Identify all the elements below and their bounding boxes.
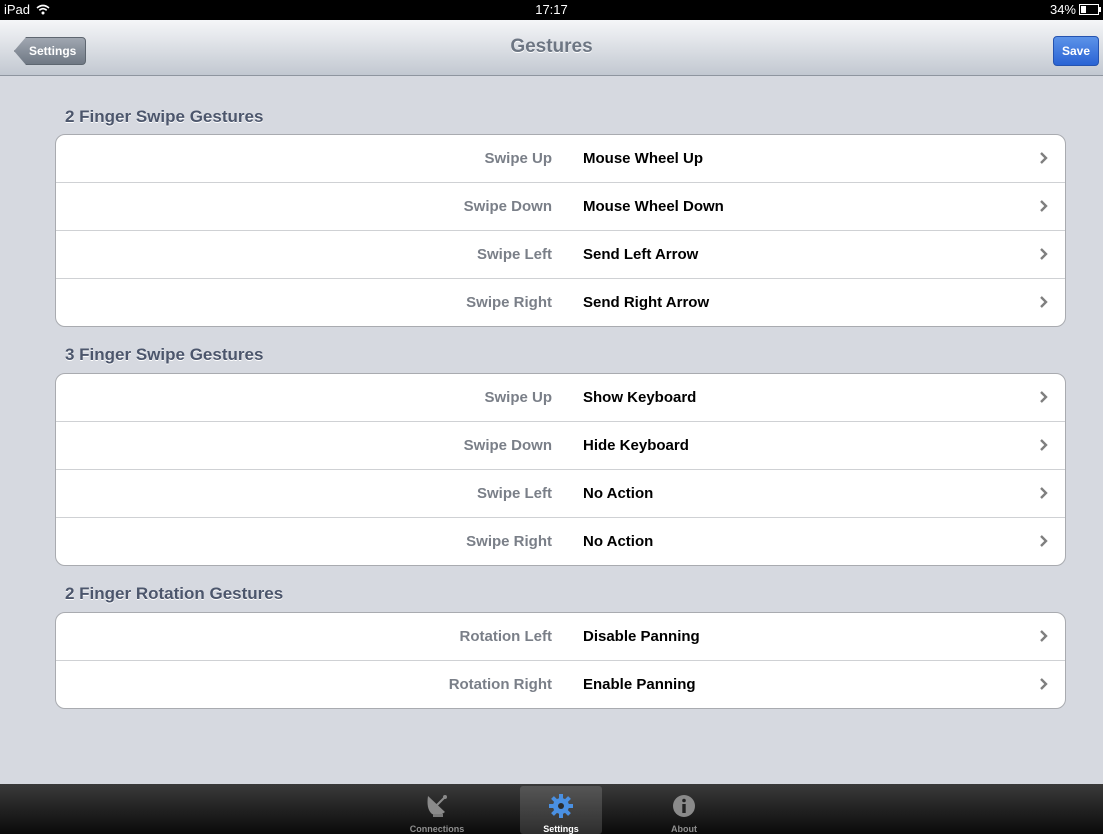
row-2f-swipe-right[interactable]: Swipe Right Send Right Arrow [56, 279, 1065, 326]
navigation-bar: Settings Gestures Save [0, 20, 1103, 76]
chevron-right-icon [1040, 535, 1048, 547]
clock: 17:17 [535, 2, 568, 17]
row-value: Send Left Arrow [583, 246, 699, 263]
row-rotation-right[interactable]: Rotation Right Enable Panning [56, 661, 1065, 708]
section-header-3-finger-swipe: 3 Finger Swipe Gestures [65, 345, 264, 364]
status-right: 34% [1049, 2, 1101, 17]
row-value: Enable Panning [583, 676, 696, 693]
section-header-2-finger-rotation: 2 Finger Rotation Gestures [65, 584, 284, 603]
settings-content[interactable]: 2 Finger Swipe Gestures Swipe Up Mouse W… [0, 76, 1103, 784]
row-2f-swipe-up[interactable]: Swipe Up Mouse Wheel Up [56, 135, 1065, 183]
battery-percent: 34% [1049, 2, 1076, 17]
tab-label: About [671, 824, 697, 834]
satellite-dish-icon [427, 795, 447, 817]
chevron-right-icon [1040, 200, 1048, 212]
chevron-right-icon [1040, 487, 1048, 499]
row-label: Rotation Right [448, 676, 552, 693]
row-value: Send Right Arrow [583, 294, 710, 311]
row-value: Disable Panning [583, 628, 700, 645]
row-label: Swipe Down [463, 198, 552, 215]
row-value: Show Keyboard [583, 389, 697, 406]
chevron-right-icon [1040, 152, 1048, 164]
info-icon [673, 795, 695, 817]
save-button[interactable]: Save [1053, 36, 1099, 66]
battery-fill [1081, 6, 1086, 13]
chevron-right-icon [1040, 678, 1048, 690]
tab-settings[interactable]: Settings [520, 786, 602, 834]
row-label: Swipe Left [476, 485, 552, 502]
chevron-right-icon [1040, 391, 1048, 403]
row-label: Swipe Left [476, 246, 552, 263]
gear-icon [549, 794, 573, 818]
tab-connections[interactable]: Connections [396, 786, 478, 834]
row-3f-swipe-right[interactable]: Swipe Right No Action [56, 518, 1065, 565]
row-label: Swipe Up [484, 389, 552, 406]
row-value: Mouse Wheel Down [583, 198, 724, 215]
row-3f-swipe-up[interactable]: Swipe Up Show Keyboard [56, 374, 1065, 422]
row-value: No Action [583, 485, 654, 502]
row-rotation-left[interactable]: Rotation Left Disable Panning [56, 613, 1065, 661]
row-value: Mouse Wheel Up [583, 150, 704, 167]
group-2-finger-rotation: Rotation Left Disable Panning Rotation R… [55, 612, 1066, 709]
battery-icon [1079, 4, 1101, 15]
page-title: Gestures [510, 36, 593, 57]
chevron-right-icon [1040, 630, 1048, 642]
tab-about[interactable]: About [643, 786, 725, 834]
status-bar: iPad 17:17 34% [0, 0, 1103, 20]
row-value: No Action [583, 533, 654, 550]
tab-label: Settings [543, 824, 579, 834]
row-3f-swipe-left[interactable]: Swipe Left No Action [56, 470, 1065, 518]
row-2f-swipe-down[interactable]: Swipe Down Mouse Wheel Down [56, 183, 1065, 231]
row-value: Hide Keyboard [583, 437, 689, 454]
chevron-right-icon [1040, 439, 1048, 451]
row-label: Rotation Left [459, 628, 552, 645]
group-3-finger-swipe: Swipe Up Show Keyboard Swipe Down Hide K… [55, 373, 1066, 566]
row-2f-swipe-left[interactable]: Swipe Left Send Left Arrow [56, 231, 1065, 279]
section-header-2-finger-swipe: 2 Finger Swipe Gestures [65, 107, 264, 126]
row-label: Swipe Down [463, 437, 552, 454]
chevron-right-icon [1040, 296, 1048, 308]
row-label: Swipe Right [466, 533, 552, 550]
row-3f-swipe-down[interactable]: Swipe Down Hide Keyboard [56, 422, 1065, 470]
row-label: Swipe Right [466, 294, 552, 311]
tab-bar: Connections Settings About [0, 784, 1103, 834]
group-2-finger-swipe: Swipe Up Mouse Wheel Up Swipe Down Mouse… [55, 134, 1066, 327]
row-label: Swipe Up [484, 150, 552, 167]
chevron-right-icon [1040, 248, 1048, 260]
tab-label: Connections [409, 824, 465, 834]
